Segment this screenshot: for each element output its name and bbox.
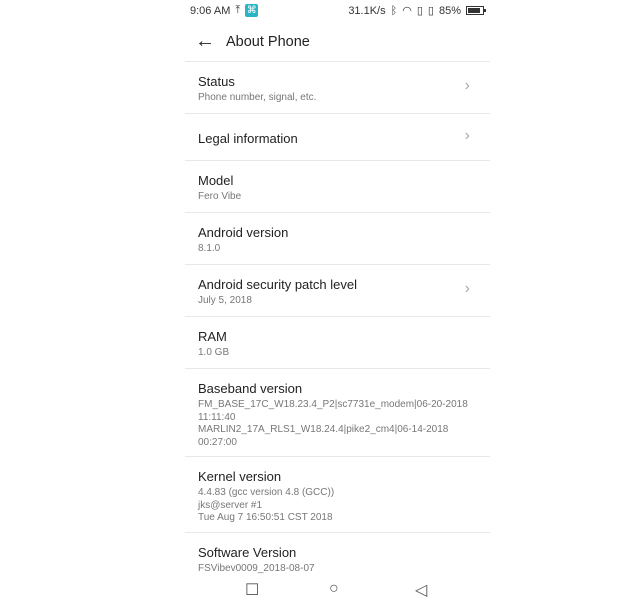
sim1-icon: ▯ xyxy=(416,5,423,17)
wifi-icon: ◠ xyxy=(402,5,412,17)
bluetooth-icon: ᛒ xyxy=(390,4,398,17)
item-title: Android security patch level xyxy=(198,277,357,292)
item-title: Baseband version xyxy=(198,381,303,396)
app-bar: ← About Phone xyxy=(185,28,490,61)
chevron-right-icon: › xyxy=(464,280,470,297)
app-icon: ⌘ xyxy=(245,4,259,17)
settings-item[interactable]: Status Phone number, signal, etc. › xyxy=(185,61,490,114)
item-title: Software Version xyxy=(198,545,297,560)
chevron-right-icon: › xyxy=(464,126,470,144)
settings-item[interactable]: Android security patch level July 5, 2018… xyxy=(185,264,490,317)
item-subtitle: FM_BASE_17C_W18.23.4_P2|sc7731e_modem|06… xyxy=(198,399,468,448)
settings-item[interactable]: Baseband version FM_BASE_17C_W18.23.4_P2|… xyxy=(185,368,490,457)
item-subtitle: 8.1.0 xyxy=(198,243,221,254)
item-title: Kernel version xyxy=(198,469,282,484)
clock: 9:06 AM xyxy=(190,4,231,17)
back-icon[interactable]: ◁ xyxy=(415,580,427,600)
item-title: Status xyxy=(198,74,235,89)
recents-icon[interactable]: ☐ xyxy=(245,580,259,600)
item-title: Android version xyxy=(198,225,289,240)
item-title: RAM xyxy=(198,329,227,344)
home-icon[interactable]: ○ xyxy=(329,580,339,598)
item-subtitle: 4.4.83 (gcc version 4.8 (GCC)) jks@serve… xyxy=(198,487,335,523)
item-title: Legal information xyxy=(198,131,298,146)
item-subtitle: Phone number, signal, etc. xyxy=(198,92,317,103)
chevron-right-icon: › xyxy=(464,77,470,94)
page-title: About Phone xyxy=(226,34,310,50)
upload-icon: ⤒ xyxy=(235,4,241,16)
network-speed: 31.1K/s xyxy=(348,4,386,17)
status-bar: 9:06 AM ⤒ ⌘ 31.1K/s ᛒ ◠ ▯ ▯ 85% xyxy=(185,0,490,22)
item-subtitle: Fero Vibe xyxy=(198,191,242,202)
item-subtitle: July 5, 2018 xyxy=(198,295,252,306)
settings-item[interactable]: Legal information › xyxy=(185,113,490,161)
item-title: Model xyxy=(198,173,234,188)
item-subtitle: 1.0 GB xyxy=(198,347,230,358)
item-subtitle: FSVibev0009_2018-08-07 xyxy=(198,563,315,574)
phone-screen: 9:06 AM ⤒ ⌘ 31.1K/s ᛒ ◠ ▯ ▯ 85% ← About … xyxy=(185,0,490,614)
back-arrow-icon[interactable]: ← xyxy=(195,30,215,53)
settings-item[interactable]: RAM 1.0 GB xyxy=(185,316,490,369)
settings-item[interactable]: Model Fero Vibe xyxy=(185,160,490,213)
battery-percent: 85% xyxy=(438,4,461,17)
sim2-icon: ▯ xyxy=(427,5,434,17)
battery-icon xyxy=(466,6,486,15)
navigation-bar: ☐ ○ ◁ xyxy=(185,580,490,608)
settings-item[interactable]: Android version 8.1.0 xyxy=(185,212,490,265)
settings-item[interactable]: Kernel version 4.4.83 (gcc version 4.8 (G… xyxy=(185,456,490,533)
